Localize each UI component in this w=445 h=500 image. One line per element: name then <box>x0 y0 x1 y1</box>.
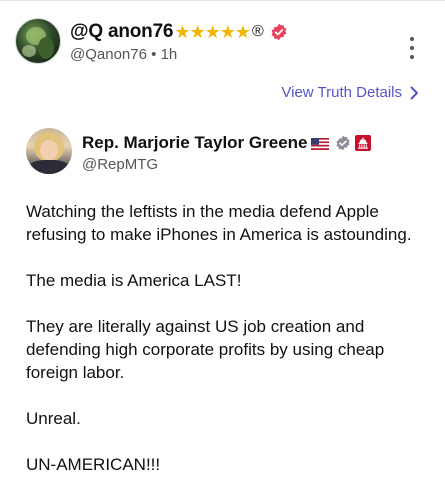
author-display-name[interactable]: @Q anon76 <box>70 21 174 43</box>
verified-badge-icon <box>270 23 288 41</box>
star-rating-icons: ★★★★★ <box>174 21 251 42</box>
more-options-icon[interactable] <box>404 34 420 62</box>
post-paragraph: Unreal. <box>26 409 81 428</box>
post-header: @Q anon76 ★★★★★ ® @Qanon76 • 1h <box>0 12 445 68</box>
post-paragraph: UN-AMERICAN!!! <box>26 455 161 474</box>
quoted-author-name-row: Rep. Marjorie Taylor Greene <box>82 132 372 154</box>
quoted-author-handle[interactable]: @RepMTG <box>82 156 158 173</box>
user-avatar[interactable] <box>15 18 61 64</box>
post-paragraph: Watching the leftists in the media defen… <box>26 202 412 244</box>
chevron-right-icon <box>410 86 419 100</box>
quoted-post-header: Rep. Marjorie Taylor Greene @RepMTG <box>0 128 445 188</box>
post-paragraph: They are literally against US job creati… <box>26 317 385 382</box>
quoted-author-name[interactable]: Rep. Marjorie Taylor Greene <box>82 133 307 153</box>
view-details-link[interactable]: View Truth Details <box>281 84 419 101</box>
quoted-author-avatar[interactable] <box>26 128 72 174</box>
quoted-post-body: Watching the leftists in the media defen… <box>26 200 426 499</box>
author-name-row: @Q anon76 ★★★★★ ® <box>70 20 288 44</box>
post-timestamp: 1h <box>160 46 178 63</box>
top-divider <box>0 0 445 1</box>
author-handle-row: @Qanon76 • 1h <box>70 46 177 63</box>
view-details-label: View Truth Details <box>281 84 402 101</box>
capitol-badge-icon <box>355 135 372 151</box>
author-handle[interactable]: @Qanon76 <box>70 46 147 63</box>
meta-separator: • <box>151 46 157 63</box>
verified-badge-icon <box>335 135 351 151</box>
us-flag-icon <box>311 137 330 150</box>
post-paragraph: The media is America LAST! <box>26 271 242 290</box>
registered-mark-icon: ® <box>252 23 264 40</box>
